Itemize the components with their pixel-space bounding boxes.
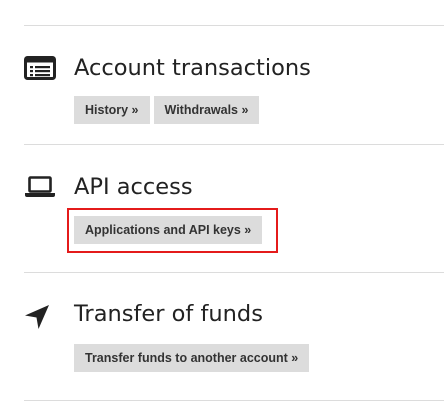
laptop-icon (25, 176, 55, 197)
history-button[interactable]: History » (74, 96, 150, 124)
transfer-funds-button[interactable]: Transfer funds to another account » (74, 344, 310, 372)
section-title-api-access: API access (74, 174, 193, 200)
section-title-account-transactions: Account transactions (74, 55, 311, 81)
location-arrow-icon (25, 305, 49, 329)
section-title-transfer-of-funds: Transfer of funds (74, 301, 263, 327)
highlight-box (67, 208, 278, 253)
list-icon (24, 56, 56, 80)
section-divider (24, 400, 444, 401)
withdrawals-button[interactable]: Withdrawals » (153, 96, 260, 124)
account-transactions-links: History » Withdrawals » (74, 96, 260, 124)
section-divider (24, 144, 444, 145)
transfer-of-funds-links: Transfer funds to another account » (74, 344, 310, 372)
section-divider (24, 25, 444, 26)
section-divider (24, 272, 444, 273)
